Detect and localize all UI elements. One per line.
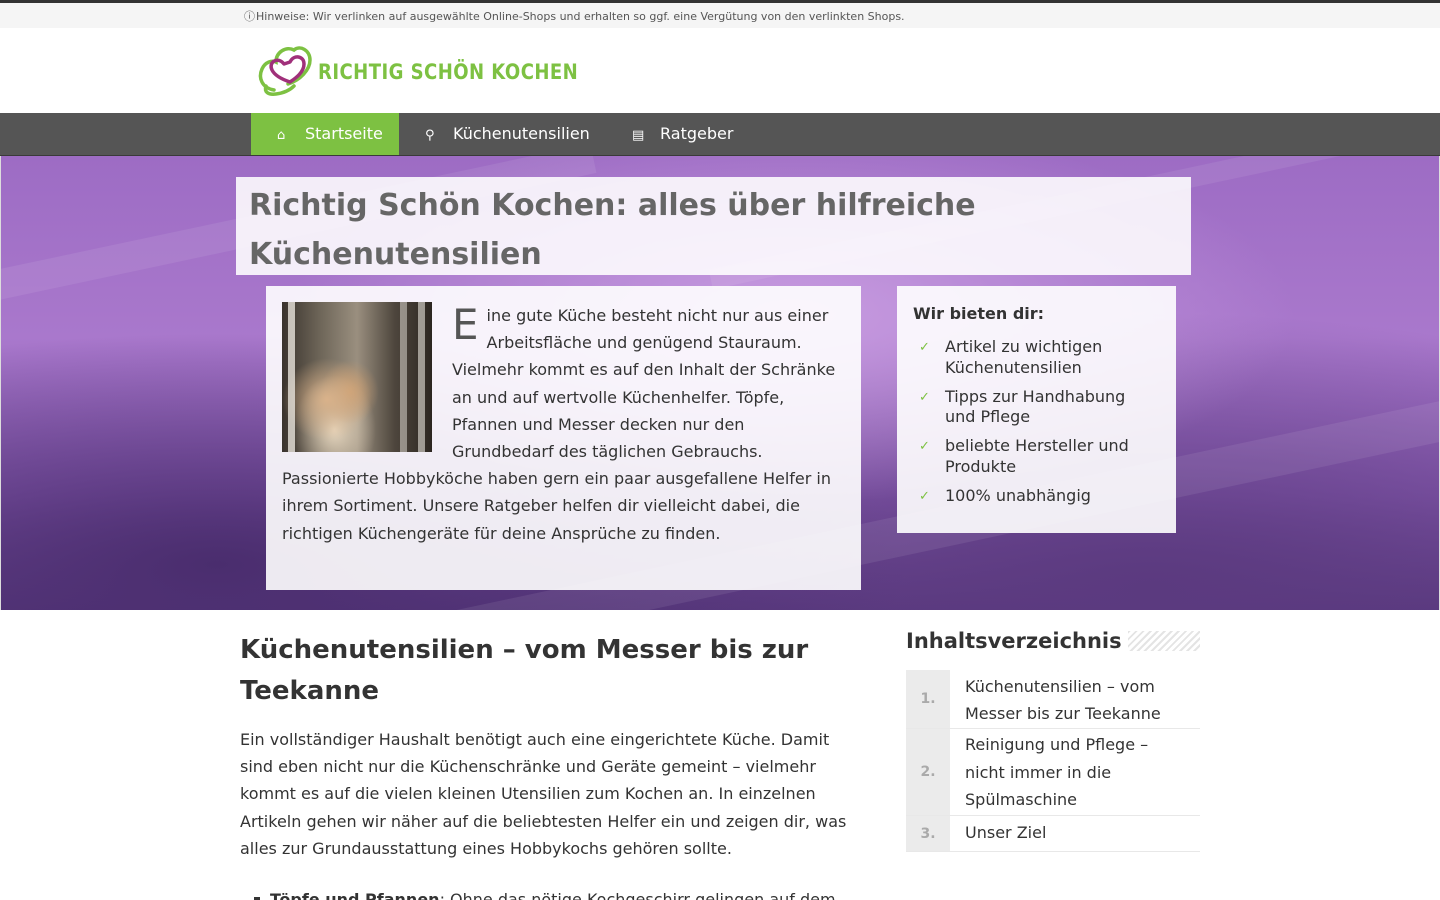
list-item-text: : Ohne das nötige Kochgeschirr gelingen … — [439, 890, 836, 900]
toc-item-label[interactable]: Unser Ziel — [950, 816, 1200, 851]
nav-item-label: Startseite — [305, 124, 383, 143]
main-content: Küchenutensilien – vom Messer bis zur Te… — [240, 630, 860, 900]
offer-item-label: Artikel zu wichtigen Küchenutensilien — [945, 337, 1103, 377]
hero-section: Richtig Schön Kochen: alles über hilfrei… — [0, 156, 1440, 610]
offer-item: ✓ beliebte Hersteller und Produkte — [913, 436, 1160, 477]
toc-header: Inhaltsverzeichnis — [906, 628, 1200, 654]
section-paragraph: Ein vollständiger Haushalt benötigt auch… — [240, 730, 847, 858]
offer-list: ✓ Artikel zu wichtigen Küchenutensilien ✓… — [913, 337, 1160, 506]
heading-decoration — [1128, 631, 1200, 651]
offer-item: ✓ 100% unabhängig — [913, 486, 1160, 507]
check-icon: ✓ — [919, 488, 930, 504]
nav-item-kuechenutensilien[interactable]: ⚲ Küchenutensilien — [399, 113, 605, 155]
image-detail — [400, 302, 407, 452]
home-icon: ⌂ — [277, 128, 286, 143]
affiliate-notice-bar: ⓘHinweise: Wir verlinken auf ausgewählte… — [0, 0, 1440, 28]
heart-chef-hat-icon — [258, 46, 312, 96]
logo-wordmark: RICHTIG SCHÖN KOCHEN — [318, 60, 579, 84]
section-heading: Küchenutensilien – vom Messer bis zur Te… — [240, 635, 809, 706]
hero-title-box: Richtig Schön Kochen: alles über hilfrei… — [236, 177, 1191, 275]
utensils-icon: ⚲ — [425, 128, 435, 143]
check-icon: ✓ — [919, 340, 930, 355]
image-detail — [418, 302, 425, 452]
offer-item-label: 100% unabhängig — [945, 485, 1091, 505]
toc-item[interactable]: 3. Unser Ziel — [906, 816, 1200, 853]
toc-item-number: 3. — [906, 816, 950, 852]
page-title: Richtig Schön Kochen: alles über hilfrei… — [249, 188, 976, 272]
nav-item-ratgeber[interactable]: ▤ Ratgeber — [606, 113, 746, 155]
offer-box: Wir bieten dir: ✓ Artikel zu wichtigen Kü… — [897, 286, 1176, 533]
toc-title: Inhaltsverzeichnis — [906, 628, 1128, 654]
affiliate-notice: ⓘHinweise: Wir verlinken auf ausgewählte… — [244, 8, 905, 24]
toc-item-label[interactable]: Reinigung und Pflege – nicht immer in di… — [950, 729, 1200, 815]
offer-item-label: beliebte Hersteller und Produkte — [945, 436, 1129, 476]
list-item-title[interactable]: Töpfe und Pfannen — [270, 890, 440, 900]
toc-item-number: 2. — [906, 729, 950, 816]
sidebar: Inhaltsverzeichnis 1. Küchenutensilien –… — [906, 628, 1200, 853]
nav-item-label: Küchenutensilien — [453, 124, 590, 143]
section-list: Töpfe und Pfannen: Ohne das nötige Kochg… — [240, 886, 860, 900]
toc-item-label[interactable]: Küchenutensilien – vom Messer bis zur Te… — [950, 670, 1200, 728]
offer-item: ✓ Artikel zu wichtigen Küchenutensilien — [913, 337, 1160, 378]
check-icon: ✓ — [919, 439, 930, 454]
toc-item[interactable]: 2. Reinigung und Pflege – nicht immer in… — [906, 729, 1200, 817]
site-logo[interactable]: RICHTIG SCHÖN KOCHEN — [256, 42, 578, 98]
offer-title: Wir bieten dir: — [913, 304, 1045, 323]
book-icon: ▤ — [632, 128, 645, 143]
toc-item[interactable]: 1. Küchenutensilien – vom Messer bis zur… — [906, 670, 1200, 730]
toc-item-number: 1. — [906, 670, 950, 729]
table-of-contents: 1. Küchenutensilien – vom Messer bis zur… — [906, 670, 1200, 853]
affiliate-notice-text: Hinweise: Wir verlinken auf ausgewählte … — [256, 10, 905, 23]
nav-item-startseite[interactable]: ⌂ Startseite — [251, 113, 399, 155]
info-icon: ⓘ — [244, 10, 255, 23]
kitchen-utensils-image — [282, 302, 432, 452]
image-detail — [288, 302, 295, 452]
site-header: RICHTIG SCHÖN KOCHEN — [0, 28, 1440, 113]
intro-box: Eine gute Küche besteht nicht nur aus ei… — [266, 286, 861, 590]
offer-item: ✓ Tipps zur Handhabung und Pflege — [913, 387, 1160, 428]
main-navigation: ⌂ Startseite ⚲ Küchenutensilien ▤ Ratgeber — [0, 113, 1440, 156]
intro-dropcap: E — [452, 300, 479, 349]
check-icon: ✓ — [919, 389, 930, 405]
nav-item-label: Ratgeber — [660, 124, 734, 143]
list-item: Töpfe und Pfannen: Ohne das nötige Kochg… — [240, 886, 860, 900]
offer-item-label: Tipps zur Handhabung und Pflege — [945, 386, 1126, 427]
